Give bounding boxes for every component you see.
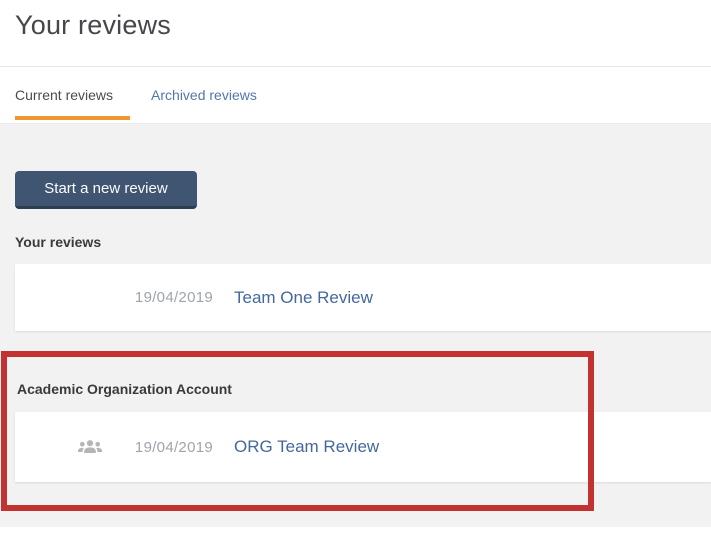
tab-current-reviews[interactable]: Current reviews <box>15 87 131 120</box>
content-panel: Start a new review Your reviews 19/04/20… <box>0 123 711 527</box>
start-new-review-button[interactable]: Start a new review <box>15 171 197 209</box>
tab-bar: Current reviews Archived reviews <box>15 87 257 120</box>
review-row-team-one[interactable]: 19/04/2019 Team One Review <box>15 264 711 331</box>
section-heading-your-reviews: Your reviews <box>15 234 102 250</box>
tab-archived-reviews[interactable]: Archived reviews <box>151 87 257 120</box>
review-row-org-team[interactable]: 19/04/2019 ORG Team Review <box>15 412 711 482</box>
page-title: Your reviews <box>15 10 171 40</box>
group-icon <box>78 438 102 456</box>
review-link-team-one[interactable]: Team One Review <box>234 288 373 308</box>
review-date: 19/04/2019 <box>134 289 213 306</box>
your-reviews-page: Your reviews Current reviews Archived re… <box>0 0 711 552</box>
review-link-org-team[interactable]: ORG Team Review <box>234 437 379 457</box>
header-divider <box>0 66 711 67</box>
section-heading-academic-organization-account: Academic Organization Account <box>17 381 232 397</box>
review-date: 19/04/2019 <box>134 438 213 456</box>
